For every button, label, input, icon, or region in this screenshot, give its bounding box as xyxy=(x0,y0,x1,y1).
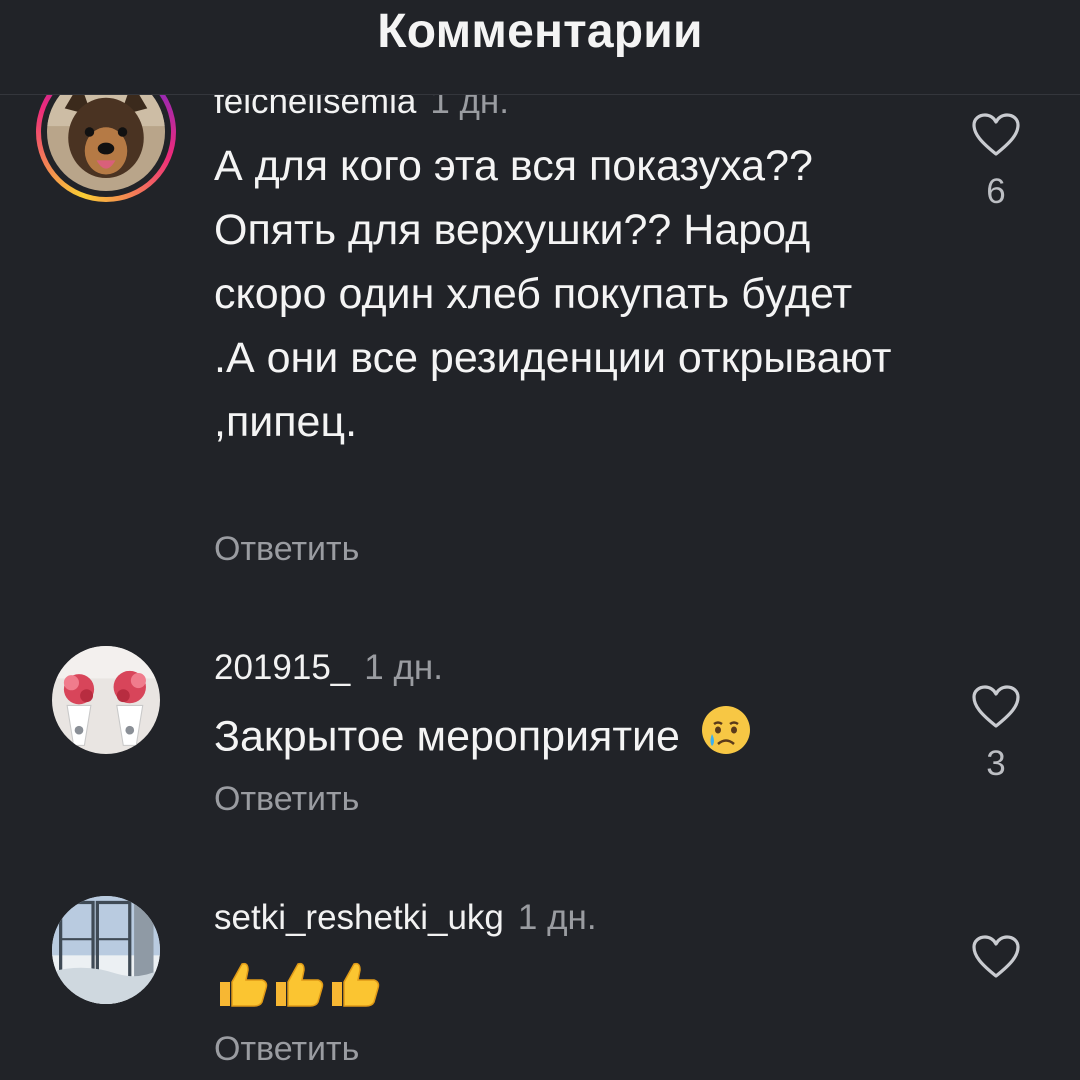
comment-time: 1 дн. xyxy=(364,648,443,687)
comment-text: Закрытое мероприятие xyxy=(214,704,914,774)
avatar[interactable] xyxy=(52,896,160,1004)
like-button[interactable]: 3 xyxy=(970,684,1022,784)
heart-icon xyxy=(972,935,1020,978)
window-view-avatar xyxy=(52,896,160,1004)
reply-button[interactable]: Ответить xyxy=(214,1030,359,1069)
thumbs-up-emoji xyxy=(214,958,270,1028)
like-button[interactable]: 6 xyxy=(970,112,1022,212)
heart-icon xyxy=(972,685,1020,728)
reply-button[interactable]: Ответить xyxy=(214,530,359,569)
like-count: 6 xyxy=(986,172,1006,211)
username[interactable]: 201915_ xyxy=(214,648,350,687)
like-count: 3 xyxy=(986,744,1006,783)
comment-text-value: Закрытое мероприятие xyxy=(214,712,680,761)
comment-meta: setki_reshetki_ukg 1 дн. xyxy=(214,898,597,938)
reply-button[interactable]: Ответить xyxy=(214,780,359,819)
page-title: Комментарии xyxy=(377,5,703,58)
flower-vases-avatar xyxy=(52,646,160,754)
crying-face-emoji xyxy=(700,704,752,774)
comment-meta: 201915_ 1 дн. xyxy=(214,648,443,688)
like-button[interactable] xyxy=(970,934,1022,980)
comment-text: А для кого эта вся показуха?? Опять для … xyxy=(214,142,892,446)
username[interactable]: setki_reshetki_ukg xyxy=(214,898,504,937)
avatar[interactable] xyxy=(52,646,160,754)
thumbs-up-emoji xyxy=(326,958,382,1028)
comment-text xyxy=(214,958,894,1028)
top-bar: Комментарии xyxy=(0,0,1080,95)
comment-time: 1 дн. xyxy=(517,898,597,937)
comments-screen: feichelisemia 1 дн. А для кого эта вся по… xyxy=(0,0,1080,1080)
heart-icon xyxy=(972,113,1020,156)
thumbs-up-emoji xyxy=(270,958,326,1028)
